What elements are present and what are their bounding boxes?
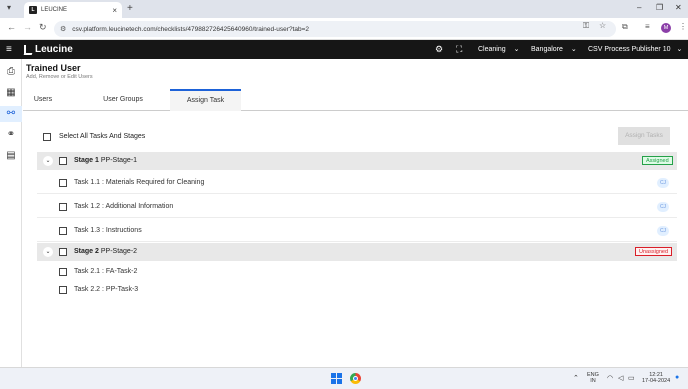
user-chip: CJ — [657, 178, 669, 188]
app-header: ≡ Leucine ⚙ ⛶ Cleaning ⌄ Bangalore ⌄ CSV… — [0, 40, 688, 59]
tab-search-icon[interactable]: ▾ — [7, 3, 11, 12]
tab-assign-task[interactable]: Assign Task — [170, 89, 241, 111]
minimize-icon[interactable]: – — [637, 3, 641, 12]
volume-icon[interactable]: ◁ — [618, 374, 623, 382]
chevron-down-icon: ⌄ — [513, 46, 520, 53]
notification-bell-icon[interactable]: ● — [675, 374, 679, 381]
task-row[interactable]: Task 1.1 : Materials Required for Cleani… — [37, 172, 677, 194]
hamburger-menu-icon[interactable]: ≡ — [6, 44, 12, 55]
select-all-checkbox[interactable] — [43, 133, 51, 141]
clock-date: 17-04-2024 — [642, 378, 671, 384]
tab-user-groups[interactable]: User Groups — [93, 89, 153, 111]
reload-icon[interactable]: ↻ — [39, 22, 47, 33]
assign-tasks-button[interactable]: Assign Tasks — [618, 127, 670, 145]
checklists-icon[interactable]: ⚯ — [0, 106, 22, 122]
language-indicator[interactable]: ENG IN — [587, 372, 599, 384]
forward-icon[interactable]: → — [23, 22, 32, 32]
page-title: Trained User — [26, 63, 81, 73]
main-content: Trained User Add, Remove or Edit Users U… — [23, 59, 688, 367]
task-row[interactable]: Task 1.2 : Additional Information CJ — [37, 196, 677, 218]
task-checkbox[interactable] — [59, 286, 67, 294]
chevron-down-icon: ⌄ — [570, 46, 577, 53]
browser-tab-title: LEUCINE — [41, 7, 68, 13]
stage-row[interactable]: ⌄ Stage 2 PP-Stage-2 Unassigned — [37, 243, 677, 261]
leucine-logo-mark-icon — [24, 44, 32, 55]
user-role-label: CSV Process Publisher 10 — [588, 46, 671, 53]
user-chip: CJ — [657, 226, 669, 236]
stage-label: Stage 2 PP-Stage-2 — [74, 248, 137, 255]
browser-toolbar: ← → ↻ ⚙ csv.platform.leucinetech.com/che… — [0, 18, 688, 40]
settings-gear-icon[interactable]: ⚙ — [435, 44, 443, 55]
page-subtitle: Add, Remove or Edit Users — [26, 74, 93, 80]
more-menu-icon[interactable]: ⋮ — [679, 22, 687, 31]
stage-checkbox[interactable] — [59, 157, 67, 165]
browser-tab-strip: ▾ L LEUCINE × + – ❐ ✕ — [0, 0, 688, 18]
task-label: Task 2.1 : FA-Task-2 — [74, 268, 138, 275]
bookmark-star-icon[interactable]: ☆ — [599, 21, 606, 30]
stage-name: PP-Stage-2 — [100, 248, 138, 255]
brand-name: Leucine — [35, 44, 73, 55]
tab-users[interactable]: Users — [23, 89, 63, 111]
task-label: Task 1.1 : Materials Required for Cleani… — [74, 179, 205, 186]
user-chip: CJ — [657, 202, 669, 212]
calendar-icon[interactable]: ▦ — [5, 87, 17, 99]
facility-dropdown[interactable]: Cleaning ⌄ — [478, 45, 519, 53]
chevron-down-icon[interactable]: ⌄ — [43, 247, 53, 257]
chrome-taskbar-icon[interactable] — [350, 373, 361, 384]
clock[interactable]: 12:21 17-04-2024 — [642, 372, 670, 384]
media-icon[interactable]: ≡ — [645, 22, 650, 31]
status-badge: Unassigned — [635, 247, 673, 256]
stage-label: Stage 1 PP-Stage-1 — [74, 157, 137, 164]
location-label: Bangalore — [531, 46, 563, 53]
location-dropdown[interactable]: Bangalore ⌄ — [531, 45, 577, 53]
status-badge: Assigned — [642, 156, 673, 165]
chevron-down-icon: ⌄ — [676, 46, 683, 53]
profile-avatar[interactable]: M — [661, 23, 671, 33]
battery-icon[interactable]: ▭ — [628, 374, 635, 382]
task-checkbox[interactable] — [59, 227, 67, 235]
task-label: Task 1.2 : Additional Information — [74, 203, 174, 210]
site-info-icon[interactable]: ⚙ — [60, 25, 66, 33]
leucine-favicon-icon: L — [29, 6, 37, 14]
task-checkbox[interactable] — [59, 179, 67, 187]
stage-number: Stage 2 — [74, 248, 99, 255]
leucine-logo[interactable]: Leucine — [24, 44, 73, 55]
browser-tab[interactable]: L LEUCINE × — [24, 2, 122, 18]
task-row[interactable]: Task 2.2 : PP-Task-3 — [37, 279, 677, 301]
scan-icon[interactable]: ⛶ — [456, 44, 462, 55]
task-label: Task 2.2 : PP-Task-3 — [74, 286, 139, 293]
back-icon[interactable]: ← — [7, 22, 16, 32]
os-taskbar: ⌃ ENG IN ◠ ◁ ▭ 12:21 17-04-2024 ● — [0, 367, 688, 389]
password-key-icon[interactable]: ⚿ — [583, 21, 589, 31]
address-bar[interactable]: ⚙ csv.platform.leucinetech.com/checklist… — [54, 21, 616, 37]
hierarchy-icon[interactable]: ⚭ — [5, 129, 17, 141]
windows-start-icon[interactable] — [331, 373, 342, 384]
task-label: Task 1.3 : Instructions — [74, 227, 142, 234]
select-all-label: Select All Tasks And Stages — [59, 133, 146, 140]
language-region: IN — [590, 378, 596, 384]
maximize-icon[interactable]: ❐ — [656, 3, 663, 12]
chevron-down-icon[interactable]: ⌄ — [43, 156, 53, 166]
extensions-icon[interactable]: ⧉ — [622, 22, 628, 32]
inbox-icon[interactable]: ⎙ — [5, 66, 17, 78]
stage-name: PP-Stage-1 — [100, 157, 138, 164]
stage-row[interactable]: ⌄ Stage 1 PP-Stage-1 Assigned — [37, 152, 677, 170]
user-role-dropdown[interactable]: CSV Process Publisher 10 ⌄ — [588, 45, 682, 53]
reports-icon[interactable]: ▤ — [5, 150, 17, 162]
url-text: csv.platform.leucinetech.com/checklists/… — [72, 25, 310, 33]
new-tab-icon[interactable]: + — [127, 3, 133, 14]
task-checkbox[interactable] — [59, 203, 67, 211]
page-tabs: Users User Groups Assign Task — [23, 89, 688, 111]
task-checkbox[interactable] — [59, 268, 67, 276]
wifi-icon[interactable]: ◠ — [607, 374, 613, 382]
stage-checkbox[interactable] — [59, 248, 67, 256]
close-window-icon[interactable]: ✕ — [675, 3, 682, 12]
side-nav: ⎙ ▦ ⚯ ⚭ ▤ — [0, 59, 22, 367]
stage-number: Stage 1 — [74, 157, 99, 164]
facility-label: Cleaning — [478, 46, 506, 53]
tray-overflow-icon[interactable]: ⌃ — [573, 374, 579, 382]
close-tab-icon[interactable]: × — [112, 6, 117, 15]
task-row[interactable]: Task 1.3 : Instructions CJ — [37, 220, 677, 242]
